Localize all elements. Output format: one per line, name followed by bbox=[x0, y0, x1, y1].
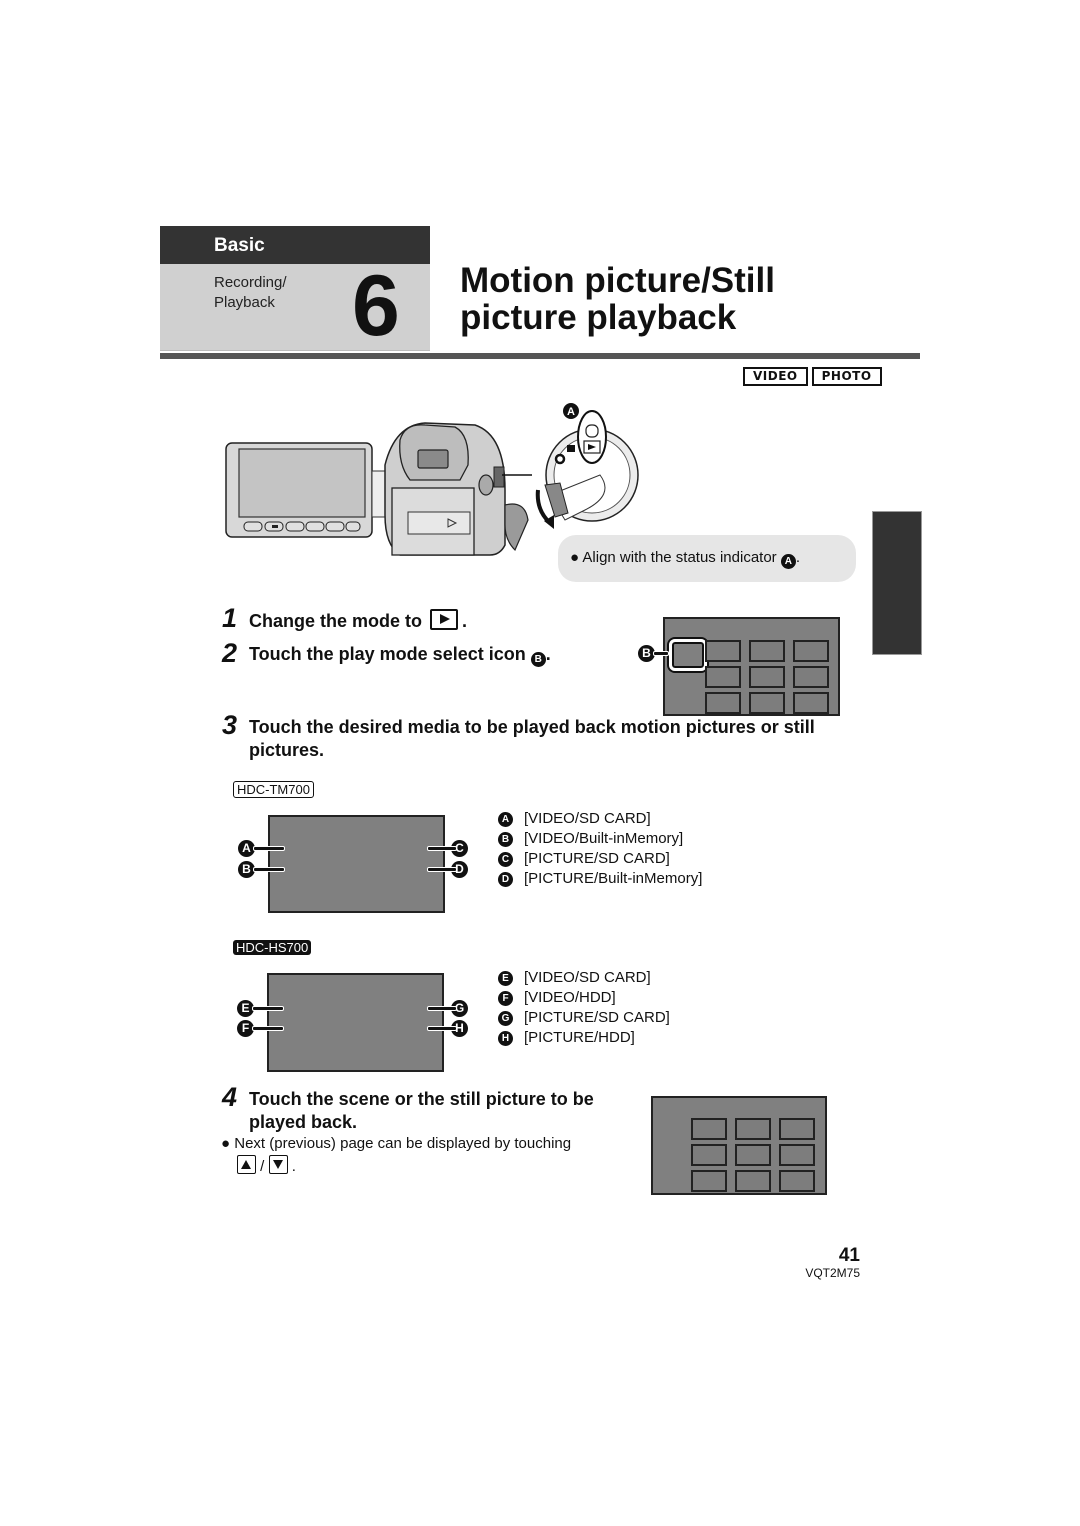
photo-mode-badge: PHOTO bbox=[811, 367, 882, 386]
media-select-screen-tm700 bbox=[268, 815, 445, 913]
tip-text: ● Align with the status indicator A. bbox=[570, 549, 801, 569]
svg-text:A: A bbox=[567, 406, 575, 418]
thumbnail[interactable] bbox=[793, 640, 829, 662]
step-4-text: Touch the scene or the still picture to … bbox=[249, 1089, 594, 1132]
thumbnail[interactable] bbox=[779, 1118, 815, 1140]
thumbnail[interactable] bbox=[735, 1118, 771, 1140]
callout-leader bbox=[252, 1026, 284, 1031]
callout-b-leader bbox=[653, 651, 669, 656]
thumbnail[interactable] bbox=[749, 692, 785, 714]
thumbnail[interactable] bbox=[793, 666, 829, 688]
mode-dial bbox=[544, 410, 639, 522]
callout-leader bbox=[253, 846, 285, 851]
thumbnail[interactable] bbox=[705, 640, 741, 662]
thumbnail[interactable] bbox=[705, 692, 741, 714]
thumbnail[interactable] bbox=[749, 666, 785, 688]
step-1-text: Change the mode to. bbox=[249, 609, 468, 631]
model-tag-tm700: HDC-TM700 bbox=[233, 781, 314, 798]
page-down-icon bbox=[268, 1155, 288, 1174]
media-legend-hs700: E [VIDEO/SD CARD] F [VIDEO/HDD] G [PICTURE/… bbox=[498, 968, 670, 1048]
step-2-text: Touch the play mode select icon B. bbox=[249, 644, 551, 667]
media-select-screen-hs700 bbox=[267, 973, 444, 1072]
step-4-number: 4 bbox=[222, 1082, 238, 1112]
callout-leader bbox=[427, 1026, 457, 1031]
chapter-side-tab bbox=[872, 511, 922, 655]
subsection-label: Recording/ Playback bbox=[214, 274, 287, 311]
thumbnail[interactable] bbox=[735, 1144, 771, 1166]
thumbnail[interactable] bbox=[793, 692, 829, 714]
legend-item: B [VIDEO/Built-inMemory] bbox=[498, 829, 702, 849]
subsection-panel: Recording/ Playback 6 bbox=[160, 258, 430, 354]
chapter-number: 6 bbox=[352, 258, 400, 354]
callout-leader bbox=[427, 846, 457, 851]
ref-a-icon: A bbox=[780, 554, 796, 569]
callout-a: A bbox=[563, 403, 579, 419]
legend-item: E [VIDEO/SD CARD] bbox=[498, 968, 670, 988]
page-title: Motion picture/Still picture playback bbox=[460, 261, 775, 337]
legend-item: G [PICTURE/SD CARD] bbox=[498, 1008, 670, 1028]
thumbnail[interactable] bbox=[779, 1144, 815, 1166]
legend-item: D [PICTURE/Built-inMemory] bbox=[498, 869, 702, 889]
lcd-monitor bbox=[225, 442, 373, 538]
camcorder-body bbox=[384, 422, 529, 556]
step-4-note: ● Next (previous) page can be displayed … bbox=[221, 1135, 572, 1175]
thumbnail[interactable] bbox=[691, 1144, 727, 1166]
step-1-number: 1 bbox=[222, 603, 238, 633]
document-code: VQT2M75 bbox=[805, 1266, 860, 1280]
callout-leader bbox=[427, 1006, 457, 1011]
page-up-icon bbox=[237, 1155, 256, 1174]
callout-leader bbox=[427, 867, 457, 872]
play-mode-icon bbox=[430, 609, 459, 630]
thumbnail[interactable] bbox=[735, 1170, 771, 1192]
step-3-number: 3 bbox=[222, 710, 238, 740]
mode-badges: VIDEO PHOTO bbox=[743, 367, 882, 386]
thumbnail[interactable] bbox=[749, 640, 785, 662]
ref-b-icon: B bbox=[530, 652, 546, 667]
callout-leader bbox=[252, 1006, 284, 1011]
thumbnail-screen-step4 bbox=[651, 1096, 827, 1195]
thumbnail[interactable] bbox=[691, 1118, 727, 1140]
play-mode-select-icon[interactable] bbox=[669, 639, 707, 671]
video-mode-badge: VIDEO bbox=[743, 367, 808, 386]
legend-item: A [VIDEO/SD CARD] bbox=[498, 809, 702, 829]
thumbnail-screen-step2 bbox=[663, 617, 840, 716]
page-number: 41 bbox=[838, 1245, 860, 1266]
legend-item: H [PICTURE/HDD] bbox=[498, 1028, 670, 1048]
legend-item: F [VIDEO/HDD] bbox=[498, 988, 670, 1008]
thumbnail[interactable] bbox=[691, 1170, 727, 1192]
thumbnail[interactable] bbox=[779, 1170, 815, 1192]
tip-box: ● Align with the status indicator A. bbox=[558, 535, 856, 582]
callout-leader bbox=[253, 867, 285, 872]
section-label: Basic bbox=[214, 235, 265, 256]
step-2-number: 2 bbox=[222, 638, 238, 668]
step-3-text: Touch the desired media to be played bac… bbox=[249, 717, 815, 760]
title-divider bbox=[160, 353, 920, 359]
thumbnail[interactable] bbox=[705, 666, 741, 688]
legend-item: C [PICTURE/SD CARD] bbox=[498, 849, 702, 869]
media-legend-tm700: A [VIDEO/SD CARD] B [VIDEO/Built-inMemory]… bbox=[498, 809, 702, 889]
model-tag-hs700: HDC-HS700 bbox=[233, 940, 312, 955]
